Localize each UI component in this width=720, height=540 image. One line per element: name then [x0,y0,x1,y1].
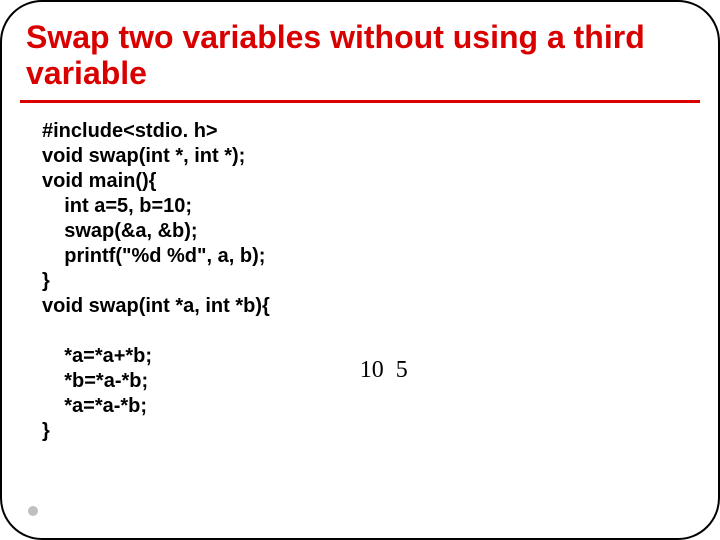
program-output: 10 5 [360,357,408,384]
slide-number-bullet [28,506,38,516]
slide-body: #include<stdio. h> void swap(int *, int … [20,119,700,444]
slide-frame: Swap two variables without using a third… [0,0,720,540]
code-block: #include<stdio. h> void swap(int *, int … [42,119,270,444]
slide-title: Swap two variables without using a third… [20,16,700,103]
